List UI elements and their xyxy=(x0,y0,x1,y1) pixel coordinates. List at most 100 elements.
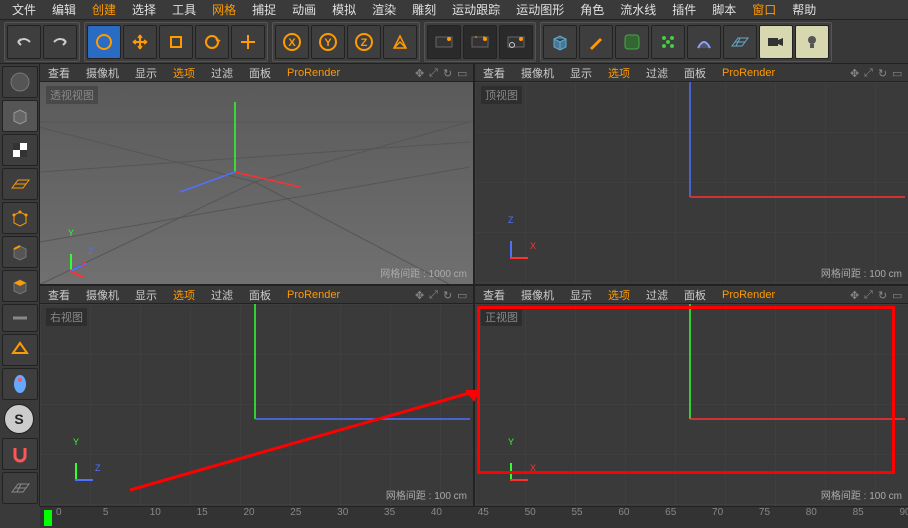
vpm-cameras[interactable]: 摄像机 xyxy=(82,65,123,81)
undo-button[interactable] xyxy=(7,25,41,59)
render-picture-button[interactable] xyxy=(463,25,497,59)
vpm-prorender[interactable]: ProRender xyxy=(718,67,779,79)
z-axis-lock-button[interactable]: Z xyxy=(347,25,381,59)
vpm-prorender[interactable]: ProRender xyxy=(283,289,344,301)
workplane-button[interactable] xyxy=(2,168,38,200)
render-settings-button[interactable] xyxy=(499,25,533,59)
workplane-grid-button[interactable] xyxy=(2,472,38,504)
vpm-filter[interactable]: 过滤 xyxy=(642,65,672,81)
snap-button[interactable]: S xyxy=(4,404,34,434)
x-axis-lock-button[interactable]: X xyxy=(275,25,309,59)
menu-help[interactable]: 帮助 xyxy=(784,0,824,20)
menu-simulate[interactable]: 模拟 xyxy=(324,0,364,20)
menu-window[interactable]: 窗口 xyxy=(744,0,784,20)
vpm-prorender[interactable]: ProRender xyxy=(283,67,344,79)
vpm-options[interactable]: 选项 xyxy=(604,65,634,81)
vpm-filter[interactable]: 过滤 xyxy=(642,287,672,303)
vp-nav-icon[interactable]: ✥ xyxy=(850,67,862,79)
vpm-options[interactable]: 选项 xyxy=(169,65,199,81)
menu-motiontrack[interactable]: 运动跟踪 xyxy=(444,0,508,20)
menu-pipeline[interactable]: 流水线 xyxy=(612,0,664,20)
menu-render[interactable]: 渲染 xyxy=(364,0,404,20)
menu-character[interactable]: 角色 xyxy=(572,0,612,20)
viewport-top[interactable]: 查看 摄像机 显示 选项 过滤 面板 ProRender ✥⤢↻▭ Z X 顶视… xyxy=(475,64,908,284)
menu-edit[interactable]: 编辑 xyxy=(44,0,84,20)
light-button[interactable] xyxy=(795,25,829,59)
cube-primitive-button[interactable] xyxy=(543,25,577,59)
menu-mesh[interactable]: 网格 xyxy=(204,0,244,20)
menu-create[interactable]: 创建 xyxy=(84,0,124,20)
point-mode-button[interactable] xyxy=(2,202,38,234)
recent-tool-button[interactable] xyxy=(231,25,265,59)
viewport-right[interactable]: 查看 摄像机 显示 选项 过滤 面板 ProRender ✥⤢↻▭ Y Z 右视… xyxy=(40,286,473,506)
vp-zoom-icon[interactable]: ⤢ xyxy=(429,67,441,79)
subdivision-button[interactable] xyxy=(615,25,649,59)
viewport-perspective[interactable]: 查看 摄像机 显示 选项 过滤 面板 ProRender ✥⤢↻▭ xyxy=(40,64,473,284)
edge-mode-button[interactable] xyxy=(2,236,38,268)
vp-zoom-icon[interactable]: ⤢ xyxy=(864,289,876,301)
vpm-view[interactable]: 查看 xyxy=(44,287,74,303)
timeline-playhead[interactable] xyxy=(44,510,52,526)
vpm-filter[interactable]: 过滤 xyxy=(207,65,237,81)
vp-nav-icon[interactable]: ✥ xyxy=(415,67,427,79)
magnet-button[interactable] xyxy=(2,438,38,470)
menu-sculpt[interactable]: 雕刻 xyxy=(404,0,444,20)
array-button[interactable] xyxy=(651,25,685,59)
vpm-panel[interactable]: 面板 xyxy=(680,65,710,81)
enable-axis-button[interactable] xyxy=(2,304,38,332)
vp-max-icon[interactable]: ▭ xyxy=(457,289,469,301)
render-view-button[interactable] xyxy=(427,25,461,59)
vpm-panel[interactable]: 面板 xyxy=(680,287,710,303)
y-axis-lock-button[interactable]: Y xyxy=(311,25,345,59)
bend-deformer-button[interactable] xyxy=(687,25,721,59)
vp-max-icon[interactable]: ▭ xyxy=(892,289,904,301)
model-mode-button[interactable] xyxy=(2,100,38,132)
vpm-view[interactable]: 查看 xyxy=(479,65,509,81)
vp-zoom-icon[interactable]: ⤢ xyxy=(864,67,876,79)
make-editable-button[interactable] xyxy=(2,66,38,98)
vp-rotate-icon[interactable]: ↻ xyxy=(878,289,890,301)
live-select-button[interactable] xyxy=(87,25,121,59)
viewport-solo-button[interactable] xyxy=(2,334,38,366)
vpm-cameras[interactable]: 摄像机 xyxy=(517,65,558,81)
vpm-view[interactable]: 查看 xyxy=(44,65,74,81)
polygon-mode-button[interactable] xyxy=(2,270,38,302)
vp-nav-icon[interactable]: ✥ xyxy=(415,289,427,301)
menu-animate[interactable]: 动画 xyxy=(284,0,324,20)
vp-nav-icon[interactable]: ✥ xyxy=(850,289,862,301)
menu-snap[interactable]: 捕捉 xyxy=(244,0,284,20)
texture-mode-button[interactable] xyxy=(2,134,38,166)
vpm-panel[interactable]: 面板 xyxy=(245,65,275,81)
menu-file[interactable]: 文件 xyxy=(4,0,44,20)
camera-button[interactable] xyxy=(759,25,793,59)
vpm-display[interactable]: 显示 xyxy=(566,287,596,303)
scale-button[interactable] xyxy=(159,25,193,59)
coord-system-button[interactable] xyxy=(383,25,417,59)
vp-rotate-icon[interactable]: ↻ xyxy=(443,289,455,301)
move-button[interactable] xyxy=(123,25,157,59)
menu-select[interactable]: 选择 xyxy=(124,0,164,20)
pen-tool-button[interactable] xyxy=(579,25,613,59)
rotate-button[interactable] xyxy=(195,25,229,59)
vp-max-icon[interactable]: ▭ xyxy=(892,67,904,79)
timeline[interactable]: 0 5 10 15 20 25 30 35 40 45 50 55 60 65 … xyxy=(40,506,908,528)
vpm-filter[interactable]: 过滤 xyxy=(207,287,237,303)
vpm-options[interactable]: 选项 xyxy=(604,287,634,303)
vp-zoom-icon[interactable]: ⤢ xyxy=(429,289,441,301)
vp-max-icon[interactable]: ▭ xyxy=(457,67,469,79)
vp-rotate-icon[interactable]: ↻ xyxy=(878,67,890,79)
tweak-mode-button[interactable] xyxy=(2,368,38,400)
vpm-cameras[interactable]: 摄像机 xyxy=(517,287,558,303)
menu-mograph[interactable]: 运动图形 xyxy=(508,0,572,20)
vp-rotate-icon[interactable]: ↻ xyxy=(443,67,455,79)
vpm-cameras[interactable]: 摄像机 xyxy=(82,287,123,303)
vpm-view[interactable]: 查看 xyxy=(479,287,509,303)
menu-plugins[interactable]: 插件 xyxy=(664,0,704,20)
vpm-options[interactable]: 选项 xyxy=(169,287,199,303)
vpm-display[interactable]: 显示 xyxy=(131,287,161,303)
vpm-display[interactable]: 显示 xyxy=(131,65,161,81)
menu-script[interactable]: 脚本 xyxy=(704,0,744,20)
menu-tools[interactable]: 工具 xyxy=(164,0,204,20)
redo-button[interactable] xyxy=(43,25,77,59)
floor-button[interactable] xyxy=(723,25,757,59)
